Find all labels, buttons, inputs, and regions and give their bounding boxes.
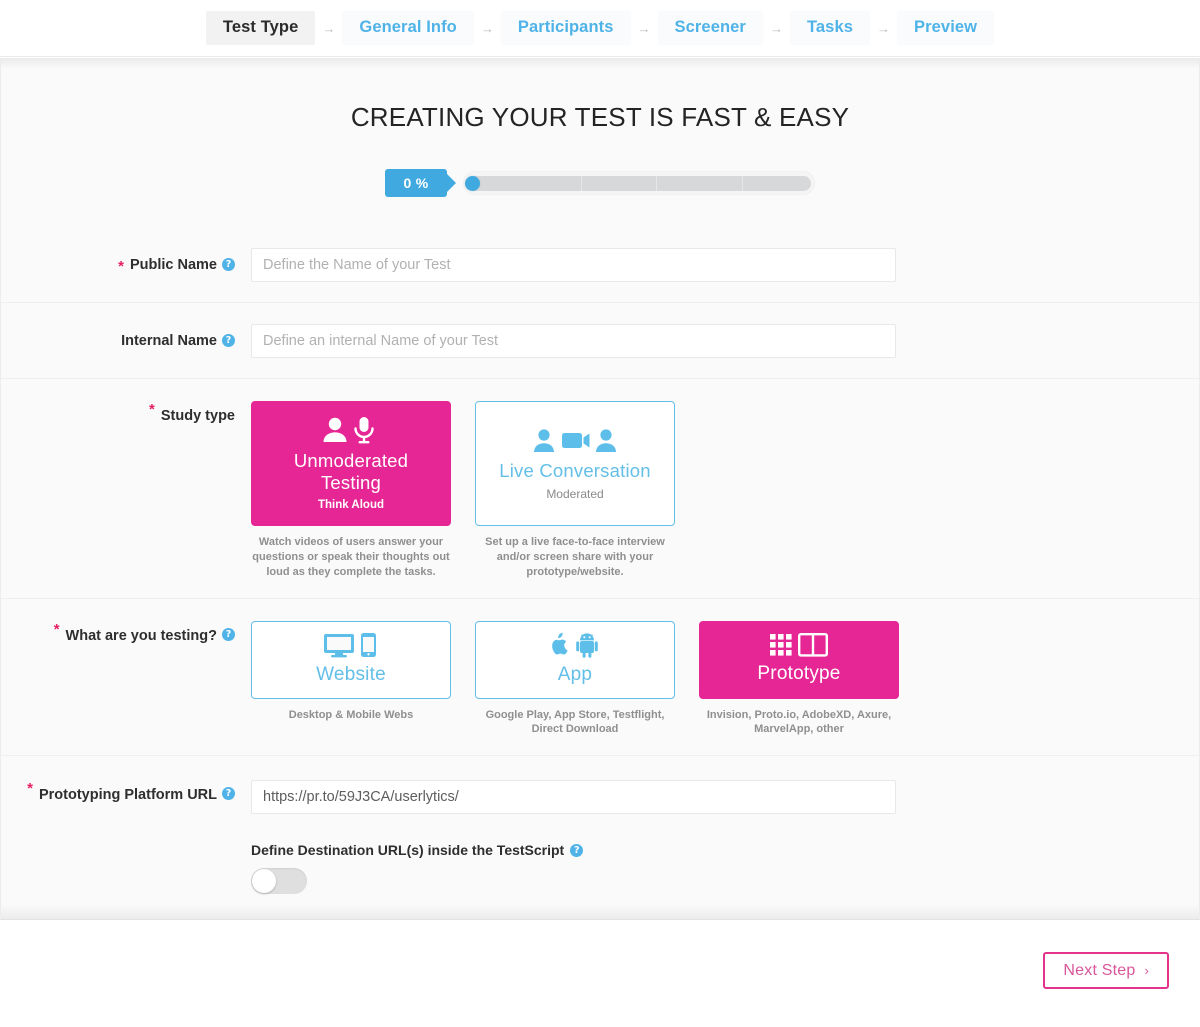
study-type-subtitle-unmoderated: Think Aloud <box>317 499 384 512</box>
testing-target-card-app[interactable]: App <box>475 620 675 699</box>
monitor-phone-icon <box>323 632 379 658</box>
step-separator-icon: → <box>877 20 891 36</box>
public-name-body <box>251 247 1199 282</box>
wizard-step-nav: Test Type → General Info → Participants … <box>0 0 1200 57</box>
study-type-subtitle-live-conversation: Moderated <box>546 487 604 502</box>
testing-target-caption-prototype: Invision, Proto.io, AdobeXD, Axure, Marv… <box>706 708 892 736</box>
study-type-body: Unmoderated Testing Think Aloud Watch vi… <box>251 401 1199 580</box>
study-type-label: Study type <box>160 408 235 424</box>
testing-target-caption-website: Desktop & Mobile Webs <box>288 708 414 721</box>
study-type-caption-live-conversation: Set up a live face-to-face interview and… <box>485 536 665 578</box>
internal-name-input[interactable] <box>251 323 896 358</box>
step-separator-icon: → <box>637 20 651 36</box>
wizard-footer: Next Step › <box>0 921 1200 1027</box>
internal-name-label: Internal Name <box>121 332 217 349</box>
panel-top-shade <box>1 58 1199 67</box>
testing-target-cards: Website Desktop & Mobile Webs App Google… <box>251 620 1199 738</box>
toggle-knob <box>252 869 276 894</box>
testing-target-title-prototype: Prototype <box>757 663 841 685</box>
step-test-type[interactable]: Test Type <box>205 11 316 45</box>
step-separator-icon: → <box>480 20 494 36</box>
prototype-url-input[interactable] <box>251 780 896 815</box>
row-study-type: * Study type Unmoderated Testing Think A… <box>1 379 1199 599</box>
study-type-title-live-conversation: Live Conversation <box>499 459 651 481</box>
internal-name-body <box>251 323 1199 358</box>
step-general-info[interactable]: General Info <box>342 11 474 45</box>
step-separator-icon: → <box>769 20 783 36</box>
row-internal-name: Internal Name ? <box>1 303 1199 379</box>
progress-track-outer[interactable] <box>463 171 815 195</box>
testing-target-option-website: Website Desktop & Mobile Webs <box>251 620 451 738</box>
destination-url-toggle-label: Define Destination URL(s) inside the Tes… <box>251 842 565 859</box>
row-testing-target: * What are you testing? ? Website Deskto… <box>1 599 1199 757</box>
step-separator-icon: → <box>322 20 336 36</box>
grid-panel-icon <box>770 633 829 657</box>
study-type-option-unmoderated: Unmoderated Testing Think Aloud Watch vi… <box>251 401 451 580</box>
form-rows: * Public Name ? Internal Name ? <box>1 227 1199 916</box>
testing-target-card-prototype[interactable]: Prototype <box>699 620 899 699</box>
help-icon[interactable]: ? <box>570 843 584 857</box>
step-tasks[interactable]: Tasks <box>789 11 871 45</box>
destination-url-toggle-block: Define Destination URL(s) inside the Tes… <box>251 842 1199 895</box>
testing-target-title-website: Website <box>316 664 386 686</box>
testing-target-title-app: App <box>557 664 593 686</box>
study-type-cards: Unmoderated Testing Think Aloud Watch vi… <box>251 401 1199 580</box>
study-type-caption-unmoderated: Watch videos of users answer your questi… <box>252 536 450 578</box>
person-video-person-icon <box>533 426 617 454</box>
step-screener[interactable]: Screener <box>657 11 763 45</box>
help-icon[interactable]: ? <box>222 334 235 347</box>
public-name-input[interactable] <box>251 247 896 282</box>
study-type-option-live: Live Conversation Moderated Set up a liv… <box>475 401 675 580</box>
destination-url-toggle-switch[interactable] <box>251 868 307 895</box>
chevron-right-icon: › <box>1144 963 1149 978</box>
testing-target-body: Website Desktop & Mobile Webs App Google… <box>251 620 1199 738</box>
study-type-label-group: * Study type <box>149 401 235 424</box>
prototype-url-body: Define Destination URL(s) inside the Tes… <box>251 780 1199 895</box>
step-preview[interactable]: Preview <box>897 11 995 45</box>
study-type-card-live-conversation[interactable]: Live Conversation Moderated <box>475 401 675 526</box>
prototype-url-label: Prototyping Platform URL <box>38 787 217 804</box>
testing-target-option-app: App Google Play, App Store, Testflight, … <box>475 620 675 738</box>
row-prototype-url: * Prototyping Platform URL ? Define Dest… <box>1 756 1199 916</box>
testing-target-label: What are you testing? <box>65 627 217 644</box>
destination-url-toggle-label-group: Define Destination URL(s) inside the Tes… <box>251 842 1199 858</box>
apple-android-icon <box>548 632 602 659</box>
help-icon[interactable]: ? <box>222 258 235 271</box>
row-public-name: * Public Name ? <box>1 227 1199 303</box>
help-icon[interactable]: ? <box>222 787 235 801</box>
testing-target-caption-app: Google Play, App Store, Testflight, Dire… <box>485 708 665 736</box>
study-type-title-unmoderated: Unmoderated Testing <box>293 449 409 493</box>
step-nav-items: Test Type → General Info → Participants … <box>205 11 995 45</box>
public-name-label: Public Name <box>129 256 217 273</box>
prototype-url-label-group: * Prototyping Platform URL ? <box>1 780 251 803</box>
next-step-button[interactable]: Next Step › <box>1043 952 1169 989</box>
person-microphone-icon <box>319 416 383 444</box>
page-title: CREATING YOUR TEST IS FAST & EASY <box>350 102 850 132</box>
test-creation-wizard: Test Type → General Info → Participants … <box>0 0 1200 1027</box>
study-type-card-unmoderated[interactable]: Unmoderated Testing Think Aloud <box>251 401 451 526</box>
progress-percent-badge: 0 % <box>385 169 456 197</box>
step-participants[interactable]: Participants <box>500 11 631 45</box>
progress-track[interactable] <box>465 175 811 191</box>
internal-name-label-group: Internal Name ? <box>1 303 251 378</box>
form-panel: CREATING YOUR TEST IS FAST & EASY 0 % * … <box>0 58 1200 920</box>
panel-bottom-shade <box>1 904 1199 920</box>
progress-handle[interactable] <box>465 175 480 191</box>
testing-target-option-prototype: Prototype Invision, Proto.io, AdobeXD, A… <box>699 620 899 738</box>
next-step-label: Next Step <box>1063 961 1136 979</box>
testing-target-card-website[interactable]: Website <box>251 620 451 699</box>
public-name-label-group: * Public Name ? <box>1 227 251 302</box>
completion-progress: 0 % <box>385 169 815 197</box>
testing-target-label-group: * What are you testing? ? <box>1 621 251 644</box>
help-icon[interactable]: ? <box>222 627 235 641</box>
